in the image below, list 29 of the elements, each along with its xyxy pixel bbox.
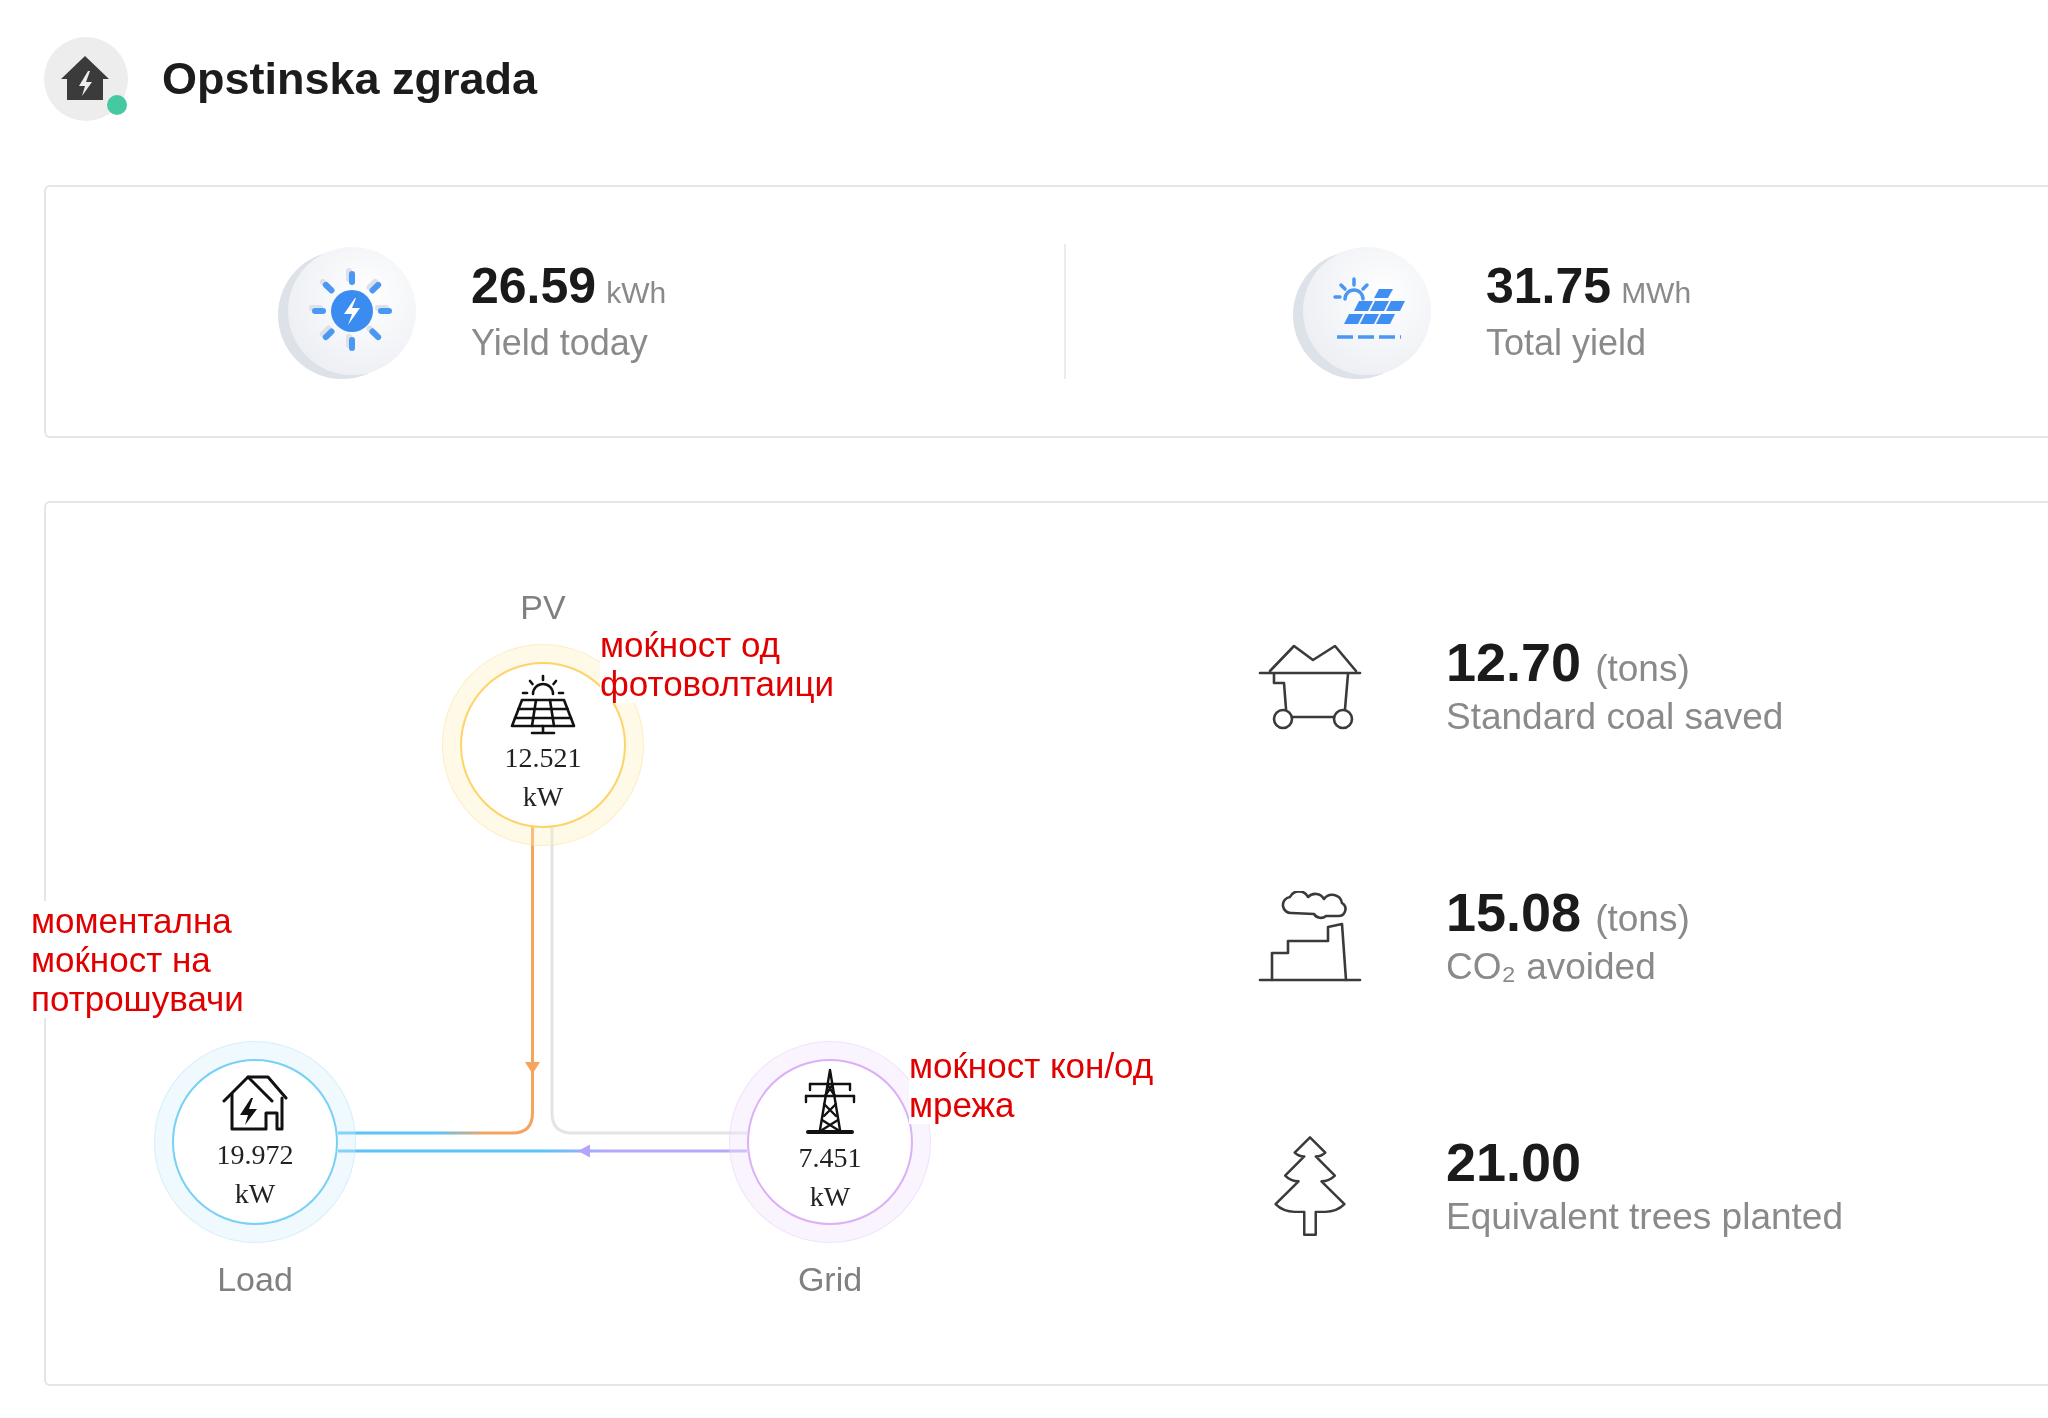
power-value: 19.972: [216, 1138, 294, 1172]
saving-unit: (tons): [1595, 648, 1690, 690]
yield-label: Yield today: [471, 320, 648, 365]
saving-label: CO₂ avoided: [1446, 945, 1656, 989]
yield-unit: kWh: [606, 275, 667, 310]
saving-value: 12.70: [1446, 632, 1582, 692]
yield-value: 31.75: [1486, 257, 1612, 314]
solar-panel-icon: [508, 674, 578, 736]
house-bolt-icon: [44, 37, 128, 121]
saving-label: Standard coal saved: [1446, 695, 1784, 739]
node-label: Grid: [797, 1259, 863, 1299]
node-label: Load: [217, 1259, 293, 1299]
power-unit: kW: [522, 780, 564, 814]
station-name: Opstinska zgrada: [162, 53, 538, 105]
yield-label: Total yield: [1486, 320, 1647, 365]
power-value: 12.521: [504, 741, 582, 775]
coal-cart-icon: [1258, 643, 1362, 731]
power-unit: kW: [809, 1180, 851, 1214]
power-value: 7.451: [798, 1141, 862, 1175]
saving-value: 21.00: [1446, 1132, 1582, 1192]
annotation-note: моментална моќност на потрошувачи: [31, 901, 244, 1018]
saving-value: 15.08: [1446, 882, 1582, 942]
yield-value: 26.59: [471, 257, 597, 314]
power-unit: kW: [234, 1177, 276, 1211]
saving-label: Equivalent trees planted: [1446, 1195, 1843, 1239]
factory-smoke-icon: [1258, 891, 1362, 983]
yield-unit: MWh: [1621, 275, 1692, 310]
node-label: PV: [520, 587, 566, 627]
saving-unit: (tons): [1595, 898, 1690, 940]
